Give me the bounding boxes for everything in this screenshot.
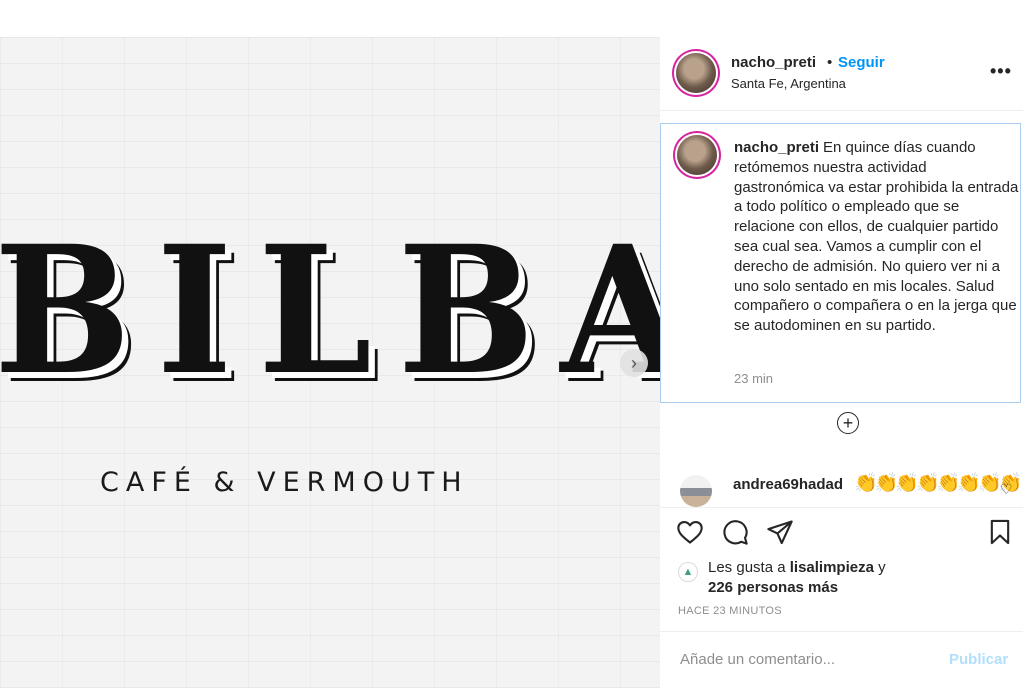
likes-summary: Les gusta a lisalimpieza y 226 personas … (708, 558, 1008, 598)
caption-username[interactable]: nacho_preti (734, 139, 819, 156)
likes-others-link[interactable]: 226 personas más (708, 579, 838, 596)
comment-input[interactable] (678, 650, 942, 669)
comment-icon[interactable] (721, 518, 749, 546)
brand-logo-text: BILBAO (0, 207, 660, 414)
post-header: nacho_preti • Seguir Santa Fe, Argentina… (660, 37, 1023, 111)
separator-dot: • (827, 54, 833, 71)
post-timestamp[interactable]: HACE 23 MINUTOS (678, 605, 782, 617)
post-image[interactable]: BILBAO CAFÉ & VERMOUTH › (0, 37, 660, 688)
comment-text: 👏👏👏👏👏👏👏👏 (854, 473, 1022, 494)
follow-button[interactable]: Seguir (838, 54, 885, 71)
caption-text-block: nacho_preti En quince días cuando retómem… (734, 138, 1019, 336)
caption-avatar[interactable] (677, 135, 717, 175)
caption: nacho_preti En quince días cuando retómem… (660, 123, 1021, 403)
comment-username[interactable]: andrea69hadad (733, 476, 843, 493)
post-details-panel: nacho_preti • Seguir Santa Fe, Argentina… (660, 37, 1023, 688)
liker-logo-icon: ▲ (682, 566, 694, 578)
brand-tagline: CAFÉ & VERMOUTH (100, 467, 469, 498)
likes-conj: y (878, 559, 886, 576)
heart-icon[interactable] (676, 518, 704, 546)
likes-user-link[interactable]: lisalimpieza (790, 559, 874, 576)
liker-avatar[interactable]: ▲ (678, 562, 698, 582)
caption-body: En quince días cuando retómemos nuestra … (734, 139, 1019, 335)
chevron-right-icon: › (631, 352, 637, 373)
add-circle-icon: + (842, 413, 854, 433)
publish-button[interactable]: Publicar (949, 651, 1008, 668)
caption-timestamp[interactable]: 23 min (734, 371, 773, 386)
avatar[interactable] (676, 53, 716, 93)
bookmark-icon[interactable] (986, 518, 1014, 546)
share-icon[interactable] (766, 518, 794, 546)
more-icon[interactable]: ••• (990, 61, 1012, 82)
location-link[interactable]: Santa Fe, Argentina (731, 76, 846, 91)
comment-like-icon[interactable]: ♡ (1000, 481, 1013, 498)
add-comment-bar: Publicar (660, 631, 1023, 689)
commenter-avatar[interactable] (680, 475, 712, 507)
load-more-comments-button[interactable]: + (837, 412, 859, 434)
likes-prefix: Les gusta a (708, 559, 786, 576)
header-username[interactable]: nacho_preti (731, 54, 816, 71)
comment-item: andrea69hadad 👏👏👏👏👏👏👏👏 ♡ (660, 467, 1023, 507)
next-image-button[interactable]: › (620, 349, 648, 377)
